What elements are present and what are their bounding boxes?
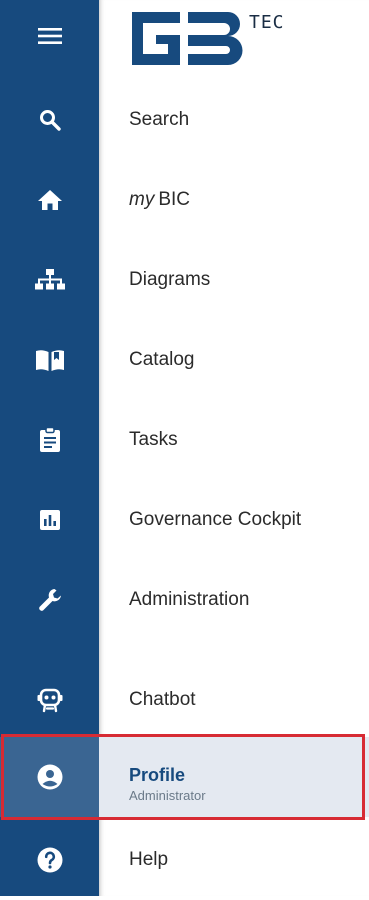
sidebar-item-label: BIC — [158, 189, 191, 210]
sidebar-item-help[interactable]: Help — [0, 820, 369, 900]
sidebar-item-search[interactable]: Search — [0, 80, 369, 160]
sidebar-item-diagrams[interactable]: Diagrams — [0, 240, 369, 320]
sitemap-icon — [34, 269, 65, 290]
help-icon — [37, 847, 62, 873]
sidebar-item-label: Chatbot — [129, 689, 196, 710]
sidebar-item-label: Governance Cockpit — [129, 509, 302, 530]
hamburger-icon — [37, 28, 62, 44]
sidebar-item-administration[interactable]: Administration — [0, 560, 369, 640]
search-icon — [39, 110, 61, 131]
sidebar-item-governance-cockpit[interactable]: Governance Cockpit — [0, 480, 369, 560]
sidebar-item-label: Administration — [129, 589, 250, 610]
home-icon — [37, 190, 62, 210]
brand-logo-text: TEC — [249, 12, 285, 33]
sidebar-item-label: Diagrams — [129, 269, 211, 290]
sidebar-item-mybic[interactable]: my BIC — [0, 160, 369, 240]
sidebar-item-label: Help — [129, 849, 169, 870]
book-open-icon — [35, 350, 64, 371]
selection-highlight — [1, 734, 365, 820]
sidebar-item-chatbot[interactable]: Chatbot — [0, 660, 369, 740]
sidebar-item-label: Tasks — [129, 429, 178, 450]
menu-toggle-button[interactable] — [0, 10, 99, 62]
mybic-prefix: my — [129, 189, 155, 210]
sidebar-item-label: Catalog — [129, 349, 195, 370]
sidebar-item-catalog[interactable]: Catalog — [0, 320, 369, 400]
bar-chart-icon — [39, 510, 60, 530]
sidebar-item-tasks[interactable]: Tasks — [0, 400, 369, 480]
clipboard-icon — [39, 427, 60, 452]
wrench-icon — [38, 589, 61, 611]
sidebar-item-label: Search — [129, 109, 190, 130]
robot-icon — [37, 688, 62, 713]
